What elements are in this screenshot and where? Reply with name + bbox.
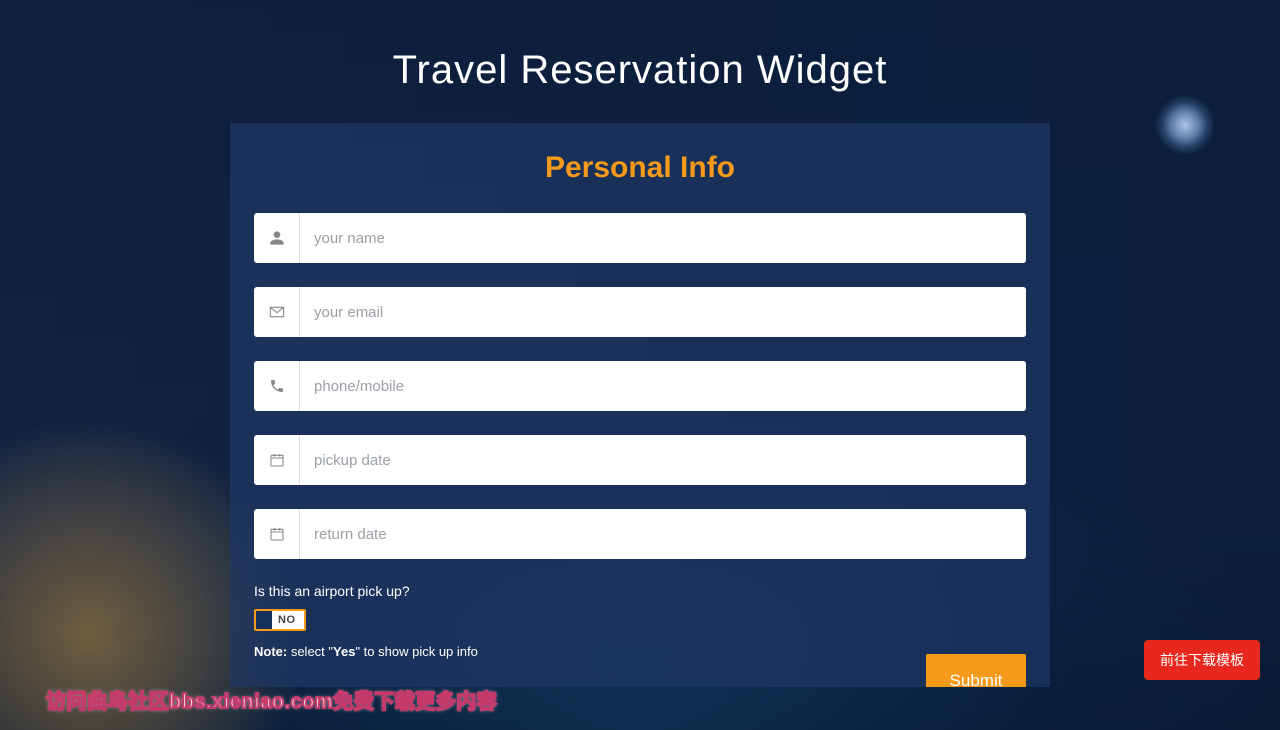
user-icon [254, 213, 300, 263]
submit-button[interactable]: Submit [926, 654, 1026, 687]
submit-button-container: Submit [926, 654, 1026, 687]
envelope-icon [254, 287, 300, 337]
note-text-1: select " [287, 644, 333, 659]
note-prefix: Note: [254, 644, 287, 659]
calendar-icon [254, 435, 300, 485]
toggle-knob [256, 611, 272, 629]
watermark-text: 访问曲鸟社区bbs.xieniao.com免费下载更多内容 [46, 685, 497, 714]
download-template-button[interactable]: 前往下载模板 [1144, 640, 1260, 680]
calendar-icon [254, 509, 300, 559]
return-date-field-group [254, 509, 1026, 559]
toggle-state-label: NO [272, 614, 304, 626]
phone-input[interactable] [300, 361, 1026, 411]
pickup-date-field-group [254, 435, 1026, 485]
return-date-input[interactable] [300, 509, 1026, 559]
name-input[interactable] [300, 213, 1026, 263]
reservation-panel: Personal Info Is this an airport pick up… [230, 123, 1050, 687]
phone-field-group [254, 361, 1026, 411]
airport-question-label: Is this an airport pick up? [254, 583, 1026, 599]
email-field-group [254, 287, 1026, 337]
note-yes: Yes [333, 644, 355, 659]
airport-pickup-toggle[interactable]: NO [254, 609, 306, 631]
email-input[interactable] [300, 287, 1026, 337]
name-field-group [254, 213, 1026, 263]
panel-title: Personal Info [254, 151, 1026, 185]
phone-icon [254, 361, 300, 411]
note-text-2: " to show pick up info [355, 644, 477, 659]
page-title: Travel Reservation Widget [0, 0, 1280, 123]
pickup-date-input[interactable] [300, 435, 1026, 485]
airport-note: Note: select "Yes" to show pick up info [254, 644, 1026, 659]
